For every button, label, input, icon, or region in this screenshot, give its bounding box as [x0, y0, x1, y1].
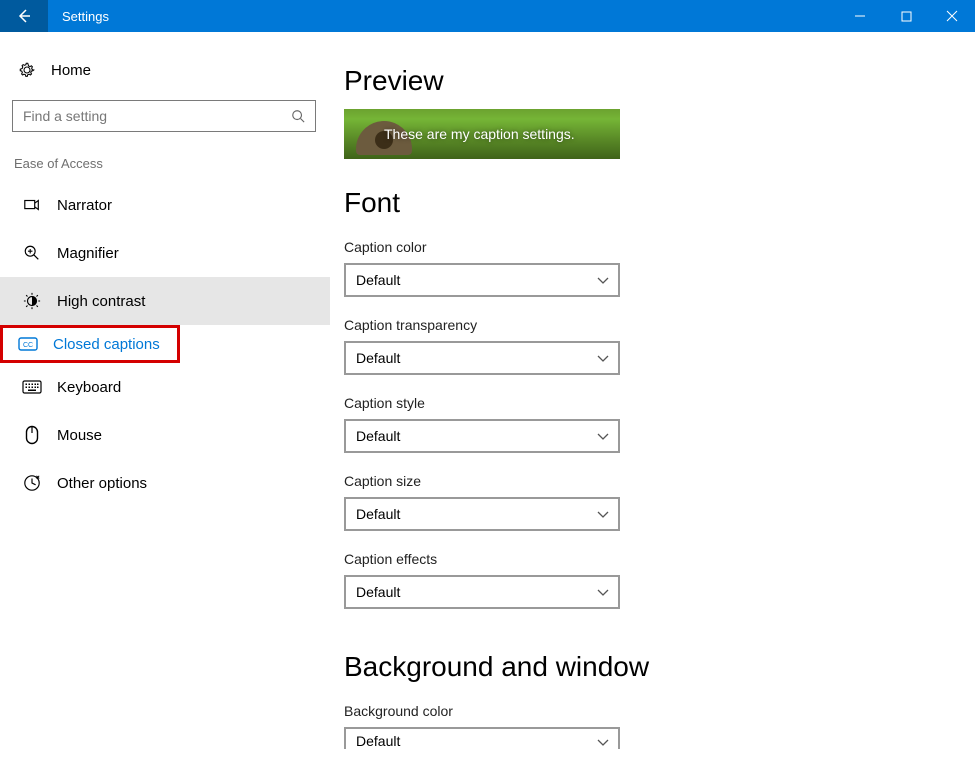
gear-icon — [18, 61, 36, 79]
chevron-down-icon — [596, 507, 610, 521]
dropdown-value: Default — [356, 350, 596, 366]
caption-preview: These are my caption settings. — [344, 109, 620, 159]
caption-style-label: Caption style — [344, 395, 975, 411]
chevron-down-icon — [596, 585, 610, 599]
background-heading: Background and window — [344, 651, 975, 683]
dropdown-value: Default — [356, 428, 596, 444]
dropdown-value: Default — [356, 506, 596, 522]
background-color-dropdown[interactable]: Default — [344, 727, 620, 749]
back-arrow-icon — [16, 8, 32, 24]
sidebar-home[interactable]: Home — [0, 48, 330, 92]
sidebar-item-label: Narrator — [57, 197, 112, 214]
mouse-icon — [22, 425, 42, 445]
dropdown-value: Default — [356, 272, 596, 288]
sidebar-item-label: Keyboard — [57, 379, 121, 396]
sidebar-item-mouse[interactable]: Mouse — [0, 411, 330, 459]
sidebar-item-other-options[interactable]: Other options — [0, 459, 330, 507]
sidebar-category: Ease of Access — [0, 150, 330, 181]
window-title: Settings — [48, 0, 109, 32]
sidebar-item-high-contrast[interactable]: High contrast — [0, 277, 330, 325]
chevron-down-icon — [596, 429, 610, 443]
sidebar-home-label: Home — [51, 62, 91, 79]
minimize-icon — [854, 10, 866, 22]
caption-preview-text: These are my caption settings. — [344, 126, 575, 142]
caption-transparency-dropdown[interactable]: Default — [344, 341, 620, 375]
chevron-down-icon — [596, 351, 610, 365]
window-controls — [837, 0, 975, 32]
main-content: Preview These are my caption settings. F… — [330, 32, 975, 768]
caption-color-label: Caption color — [344, 239, 975, 255]
sidebar-item-keyboard[interactable]: Keyboard — [0, 363, 330, 411]
chevron-down-icon — [596, 735, 610, 749]
caption-style-dropdown[interactable]: Default — [344, 419, 620, 453]
caption-size-label: Caption size — [344, 473, 975, 489]
back-button[interactable] — [0, 0, 48, 32]
close-icon — [946, 10, 958, 22]
caption-transparency-label: Caption transparency — [344, 317, 975, 333]
search-input[interactable]: Find a setting — [12, 100, 316, 132]
caption-effects-label: Caption effects — [344, 551, 975, 567]
font-heading: Font — [344, 187, 975, 219]
caption-effects-dropdown[interactable]: Default — [344, 575, 620, 609]
high-contrast-icon — [22, 292, 42, 310]
narrator-icon — [22, 196, 42, 214]
sidebar-item-label: Closed captions — [53, 336, 160, 353]
dropdown-value: Default — [356, 584, 596, 600]
caption-size-dropdown[interactable]: Default — [344, 497, 620, 531]
sidebar: Home Find a setting Ease of Access Narra… — [0, 32, 330, 768]
sidebar-item-label: Magnifier — [57, 245, 119, 262]
maximize-icon — [901, 11, 912, 22]
background-color-label: Background color — [344, 703, 975, 719]
chevron-down-icon — [596, 273, 610, 287]
search-icon — [291, 109, 307, 123]
sidebar-item-label: Mouse — [57, 427, 102, 444]
magnifier-icon — [22, 244, 42, 262]
sidebar-item-closed-captions[interactable]: CC Closed captions — [0, 325, 180, 363]
caption-color-dropdown[interactable]: Default — [344, 263, 620, 297]
maximize-button[interactable] — [883, 0, 929, 32]
sidebar-item-magnifier[interactable]: Magnifier — [0, 229, 330, 277]
search-placeholder: Find a setting — [23, 108, 291, 124]
closed-captions-icon: CC — [18, 337, 38, 351]
keyboard-icon — [22, 380, 42, 394]
titlebar: Settings — [0, 0, 975, 32]
minimize-button[interactable] — [837, 0, 883, 32]
sidebar-item-narrator[interactable]: Narrator — [0, 181, 330, 229]
other-options-icon — [22, 474, 42, 492]
sidebar-item-label: Other options — [57, 475, 147, 492]
close-button[interactable] — [929, 0, 975, 32]
sidebar-item-label: High contrast — [57, 293, 145, 310]
preview-heading: Preview — [344, 65, 975, 97]
svg-text:CC: CC — [23, 342, 33, 349]
dropdown-value: Default — [356, 733, 596, 749]
